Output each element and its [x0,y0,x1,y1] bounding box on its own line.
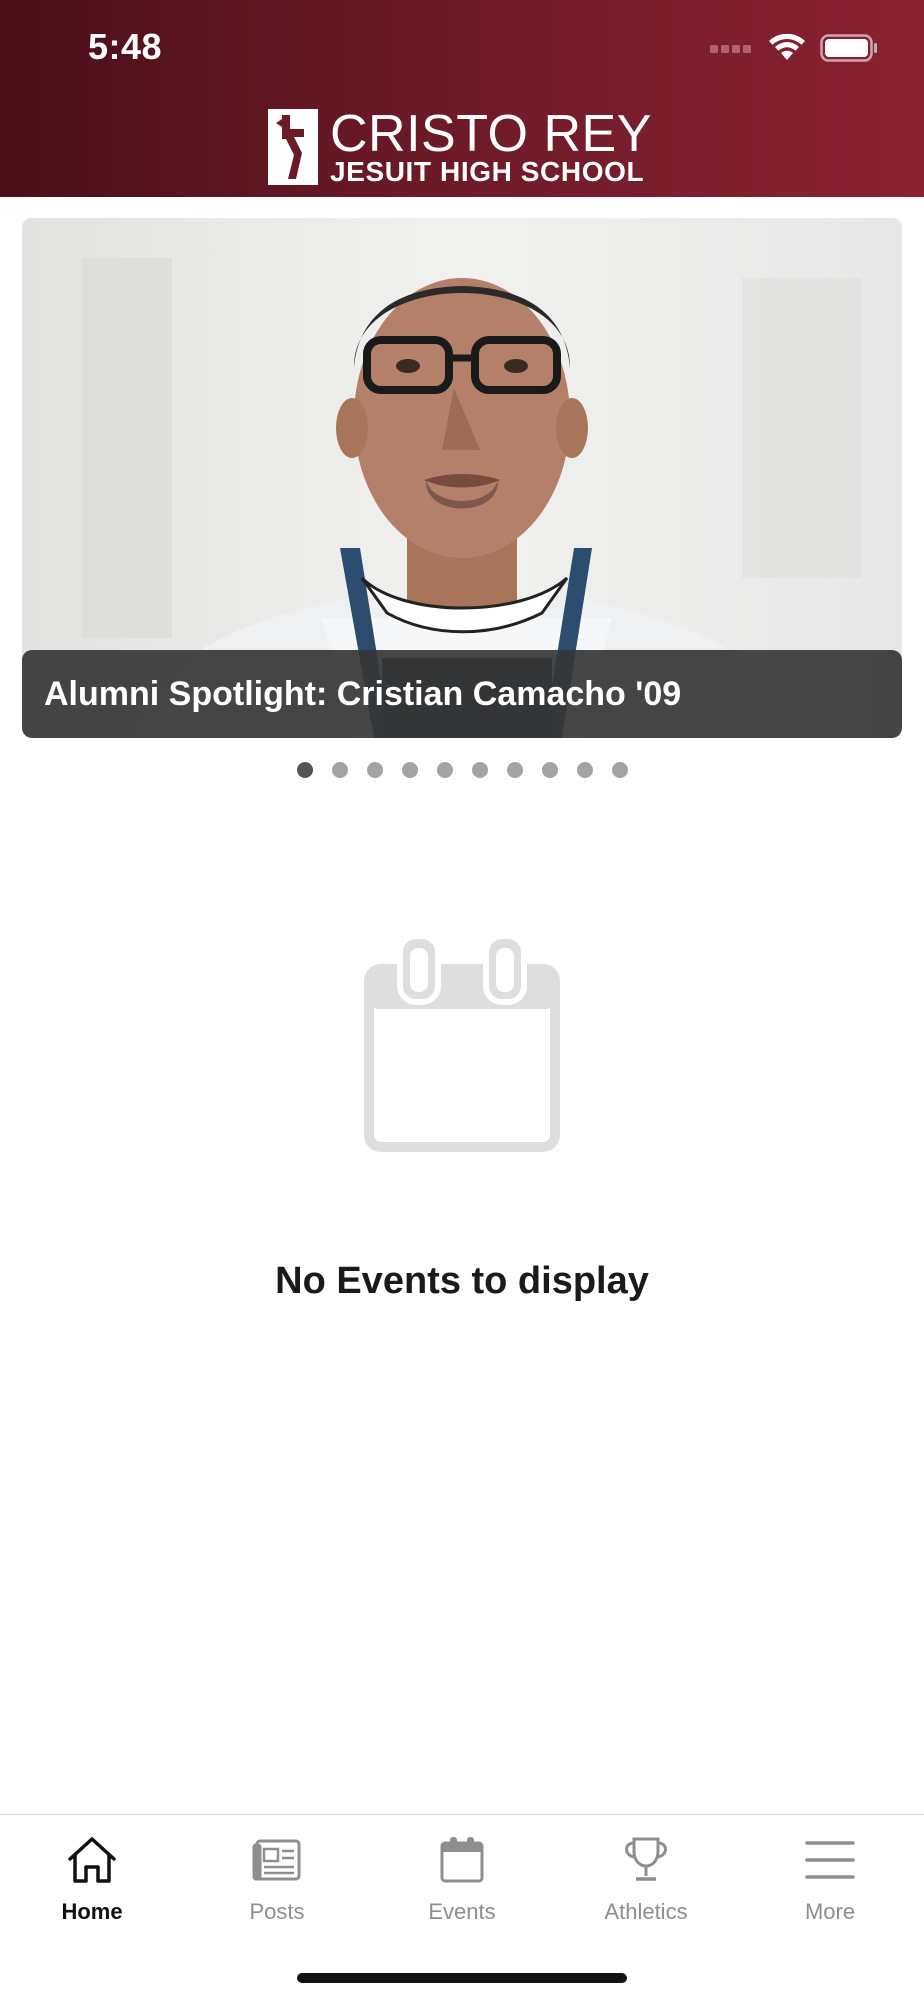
cristo-rey-mark-icon [268,109,318,185]
tab-athletics[interactable]: Athletics [566,1835,726,1925]
tab-label: Athletics [604,1899,688,1924]
page-dot[interactable] [296,762,313,778]
logo-title: CRISTO REY [330,105,652,163]
newspaper-icon [252,1839,301,1881]
tab-label: Posts [249,1899,305,1924]
page-dot[interactable] [331,762,348,778]
page-dot[interactable] [541,762,558,778]
calendar-icon [440,1837,484,1883]
page-dot[interactable] [471,762,488,778]
page-dot[interactable] [611,762,628,778]
status-icons [710,34,878,62]
tab-label: Events [428,1899,496,1924]
app-header: 5:48 CRISTO REY JESUIT HIGH SCHOOL [0,0,924,197]
carousel-caption: Alumni Spotlight: Cristian Camacho '09 [22,650,902,738]
tab-label: Home [61,1899,123,1924]
page-dot[interactable] [436,762,453,778]
tab-more[interactable]: More [750,1835,910,1925]
carousel-caption-text: Alumni Spotlight: Cristian Camacho '09 [44,674,682,713]
page-dot[interactable] [576,762,593,778]
status-time: 5:48 [88,26,163,67]
school-logo: CRISTO REY JESUIT HIGH SCHOOL [268,108,652,186]
battery-icon [820,34,877,62]
empty-calendar-icon [364,934,560,1152]
page-dot[interactable] [401,762,418,778]
page-dot[interactable] [366,762,383,778]
featured-carousel-card[interactable]: Alumni Spotlight: Cristian Camacho '09 [22,218,902,738]
trophy-icon [625,1837,667,1881]
no-events-message: No Events to display [275,1260,649,1302]
tab-posts[interactable]: Posts [197,1835,357,1925]
tab-label: More [804,1899,856,1924]
tab-home[interactable]: Home [12,1835,172,1925]
tab-events[interactable]: Events [382,1835,542,1925]
page-dot[interactable] [506,762,523,778]
menu-icon [805,1841,855,1879]
carousel-page-indicator[interactable] [0,762,924,778]
home-indicator[interactable] [297,1973,627,1983]
logo-subtitle: JESUIT HIGH SCHOOL [330,156,645,187]
wifi-icon [769,34,805,60]
cellular-signal-icon [710,45,751,53]
home-icon [68,1837,116,1883]
